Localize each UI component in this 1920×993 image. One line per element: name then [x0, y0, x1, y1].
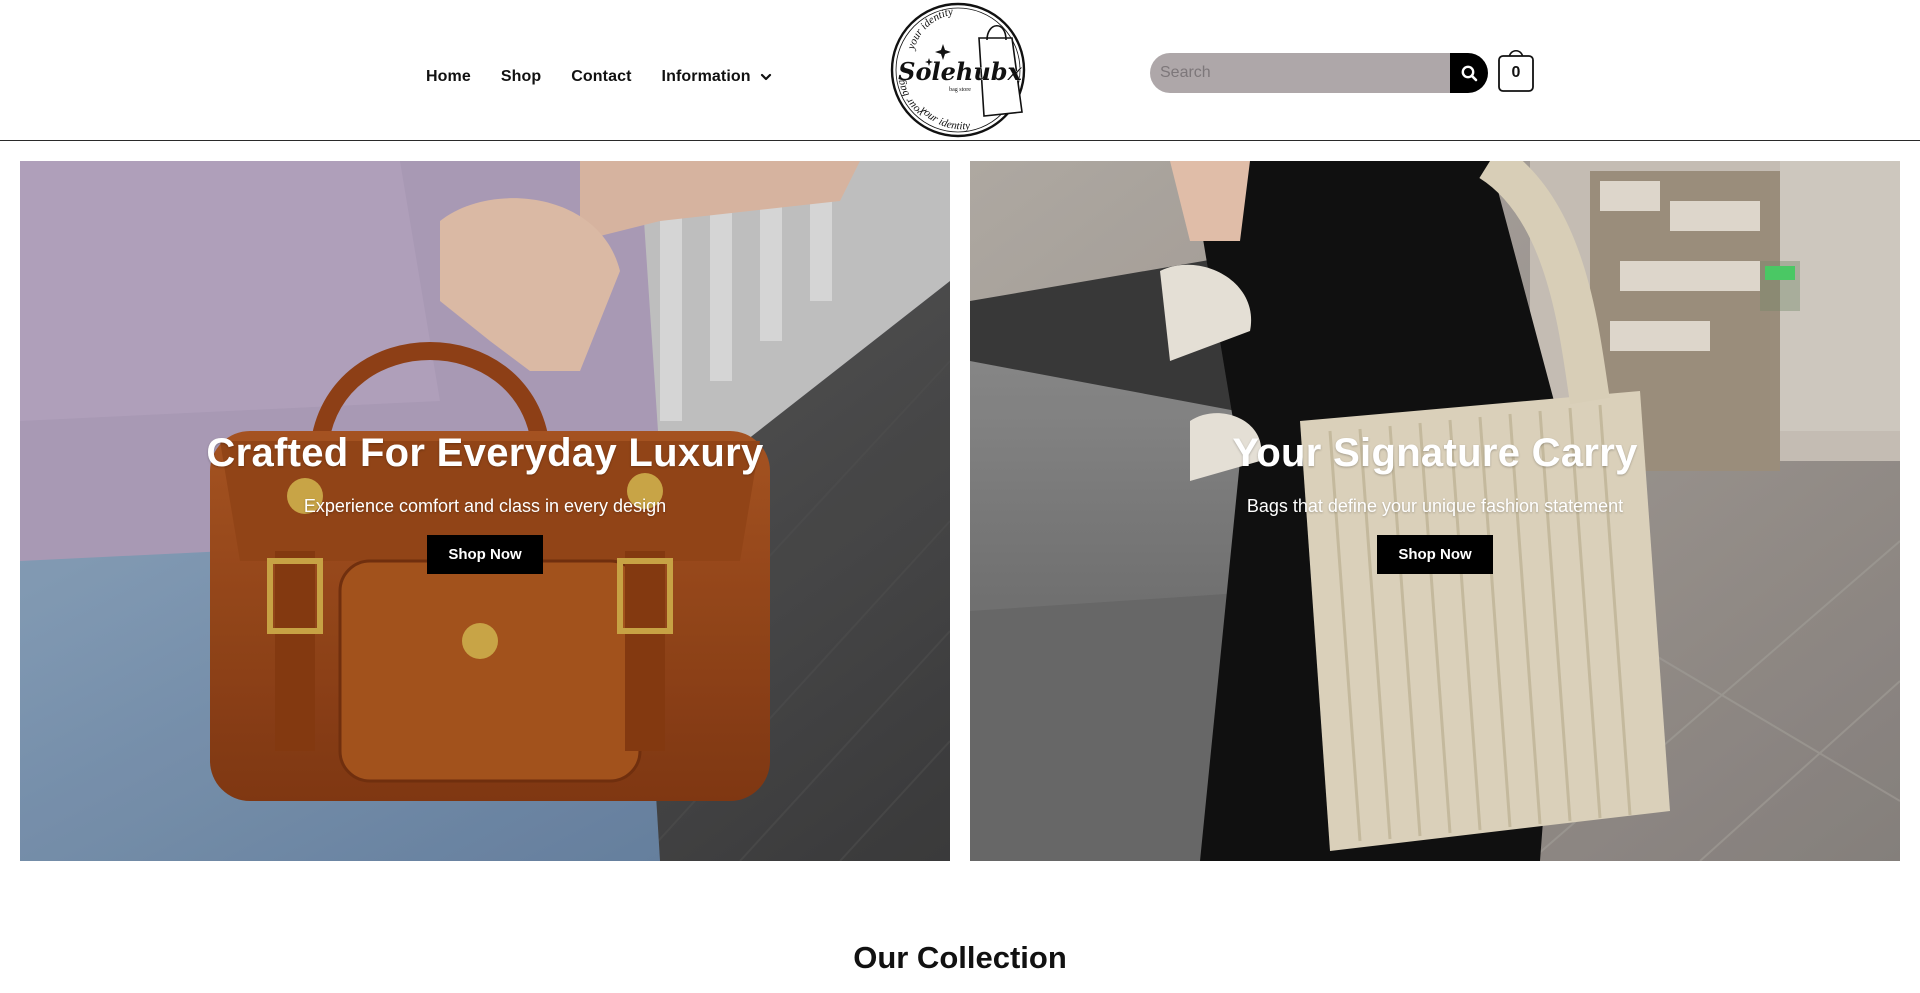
hero-right-shop-now-button[interactable]: Shop Now	[1377, 535, 1493, 574]
hero-left-content: Crafted For Everyday Luxury Experience c…	[20, 431, 950, 574]
hero-left-title: Crafted For Everyday Luxury	[206, 431, 764, 475]
nav-shop-link[interactable]: Shop	[501, 68, 541, 86]
main-nav: Home Shop Contact Information	[426, 64, 772, 90]
cart-count: 0	[1511, 64, 1521, 81]
chevron-down-icon	[760, 73, 771, 81]
nav-information-label: Information	[661, 68, 751, 85]
nav-home-link[interactable]: Home	[426, 68, 471, 86]
hero-right-subtitle: Bags that define your unique fashion sta…	[1246, 496, 1624, 516]
hero-banner-right: Your Signature Carry Bags that define yo…	[970, 161, 1900, 861]
logo-top-arc: your identity	[905, 6, 954, 52]
hero-banner-left: Crafted For Everyday Luxury Experience c…	[20, 161, 950, 861]
hero-right-title: Your Signature Carry	[1232, 431, 1638, 475]
hero-left-subtitle: Experience comfort and class in every de…	[303, 496, 667, 516]
search-icon	[1461, 65, 1477, 81]
search-bar	[1150, 53, 1488, 93]
search-input[interactable]	[1150, 53, 1450, 93]
logo-tagline: bag store	[949, 87, 971, 93]
nav-information-dropdown[interactable]: Information	[662, 68, 772, 86]
cart-button[interactable]: 0	[1497, 46, 1535, 94]
hero-right-content: Your Signature Carry Bags that define yo…	[970, 431, 1900, 574]
logo-brand: Solehubx	[898, 57, 1022, 86]
collection-heading: Our Collection	[853, 940, 1067, 975]
search-button[interactable]	[1450, 53, 1488, 93]
site-header: Home Shop Contact Information your ident…	[0, 0, 1920, 141]
site-logo[interactable]: your identity your bag your identity Sol…	[884, 0, 1034, 140]
hero-left-shop-now-button[interactable]: Shop Now	[427, 535, 543, 574]
nav-contact-link[interactable]: Contact	[571, 68, 631, 86]
